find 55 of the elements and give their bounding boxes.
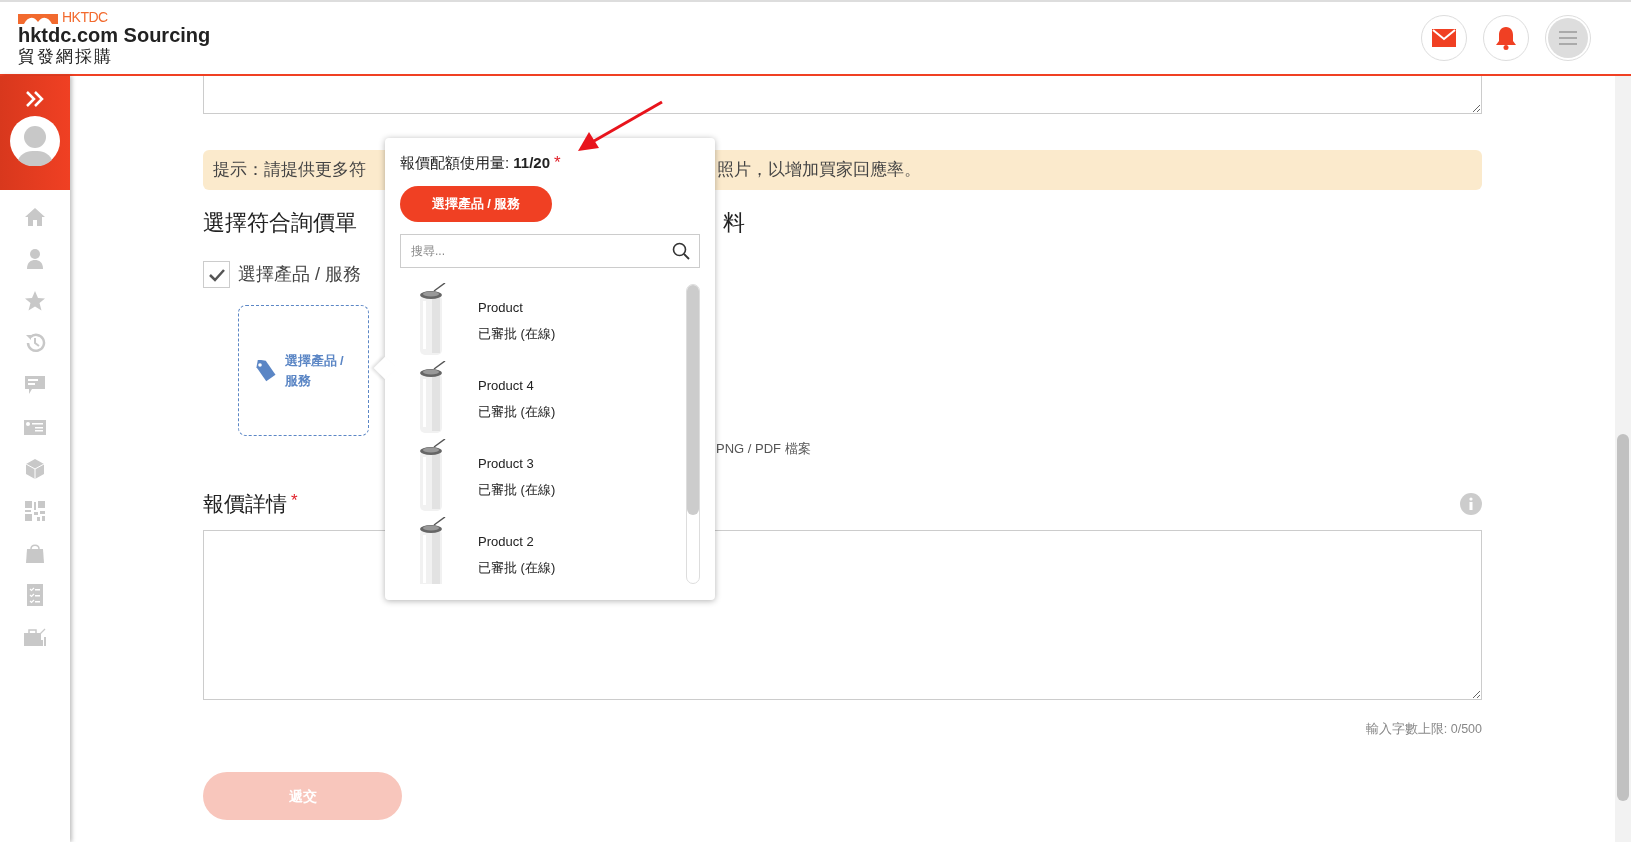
- mail-button[interactable]: [1421, 15, 1467, 61]
- product-status: 已審批 (在線): [478, 481, 556, 498]
- product-item[interactable]: Product 2 已審批 (在線): [400, 515, 686, 584]
- scroll-bar[interactable]: [1615, 76, 1631, 842]
- notification-button[interactable]: [1483, 15, 1529, 61]
- required-mark: *: [291, 490, 298, 512]
- section-heading: 選擇符合詢價單: [203, 209, 357, 237]
- shopping-bag-icon[interactable]: [24, 542, 46, 564]
- avatar-icon[interactable]: [10, 116, 60, 166]
- qr-code-icon[interactable]: [24, 500, 46, 522]
- text-area-field[interactable]: [203, 76, 1482, 114]
- checklist-icon[interactable]: [24, 584, 46, 606]
- character-limit: 輸入字數上限: 0/500: [1364, 720, 1482, 738]
- product-item[interactable]: Product 4 已審批 (在線): [400, 359, 686, 438]
- search-field[interactable]: 搜尋...: [400, 233, 700, 268]
- product-status: 已審批 (在線): [478, 403, 556, 420]
- menu-button[interactable]: [1545, 15, 1591, 61]
- product-name: Product 3: [478, 455, 535, 472]
- file-type-note: PNG / PDF 檔案: [716, 439, 811, 458]
- tag-icon: [254, 359, 277, 382]
- site-title[interactable]: hktdc.com Sourcing: [18, 23, 211, 47]
- select-product-button[interactable]: 選擇產品 / 服務: [400, 185, 552, 222]
- check-icon: [208, 267, 225, 282]
- cube-icon[interactable]: [24, 458, 46, 480]
- search-icon[interactable]: [672, 241, 690, 260]
- history-icon[interactable]: [24, 332, 46, 354]
- quota-text: 報價配額使用量: 11/20: [400, 152, 551, 173]
- briefcase-icon[interactable]: [24, 626, 46, 648]
- expand-icon[interactable]: [25, 90, 45, 108]
- section-heading: 料: [723, 209, 746, 237]
- hint-text: 提示：請提供更多符: [213, 159, 366, 182]
- product-name: Product: [478, 299, 524, 316]
- bell-icon: [1495, 26, 1517, 50]
- menu-icon: [1548, 18, 1588, 58]
- mail-icon: [1432, 29, 1456, 47]
- select-product-tile[interactable]: 選擇產品 / 服務: [238, 305, 369, 436]
- product-status: 已審批 (在線): [478, 559, 556, 576]
- product-name: Product 4: [478, 377, 535, 394]
- hint-text: 照片，以增加買家回應率。: [717, 159, 922, 182]
- info-icon[interactable]: [1460, 492, 1482, 515]
- scroll-thumb[interactable]: [687, 284, 699, 515]
- person-icon[interactable]: [24, 248, 46, 270]
- checkbox[interactable]: [203, 261, 230, 288]
- required-mark: *: [554, 152, 561, 174]
- chat-icon[interactable]: [24, 374, 46, 396]
- field-label: 報價詳情: [203, 491, 287, 517]
- product-item[interactable]: Product 3 已審批 (在線): [400, 437, 686, 516]
- checkbox-label: 選擇產品 / 服務: [238, 263, 361, 286]
- site-subtitle[interactable]: 貿發網採購: [18, 46, 211, 67]
- product-status: 已審批 (在線): [478, 325, 556, 342]
- product-item[interactable]: Product 已審批 (在線): [400, 281, 686, 360]
- product-name: Product 2: [478, 533, 535, 550]
- scroll-thumb[interactable]: [1617, 434, 1629, 801]
- star-icon[interactable]: [24, 290, 46, 312]
- home-icon[interactable]: [24, 206, 46, 228]
